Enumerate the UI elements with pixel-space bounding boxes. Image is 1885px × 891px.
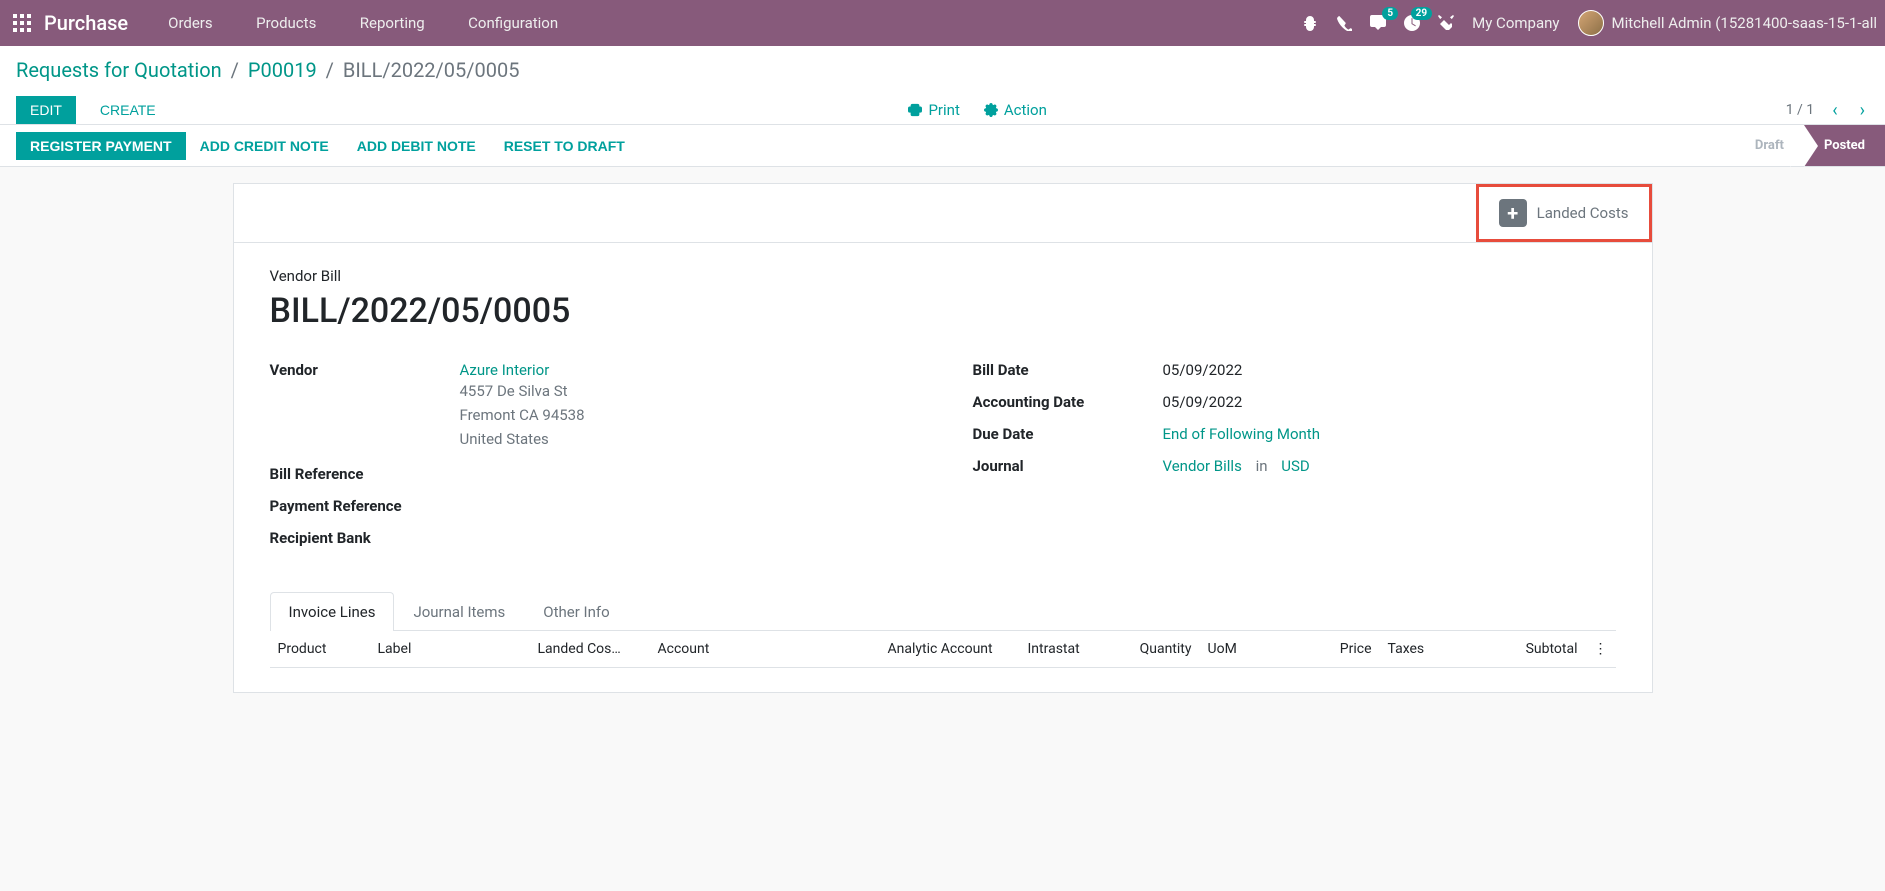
messages-badge: 5	[1382, 7, 1398, 20]
title-label: Vendor Bill	[270, 267, 1616, 285]
landed-costs-button[interactable]: + Landed Costs	[1476, 184, 1652, 242]
pager-next[interactable]: ›	[1856, 100, 1869, 121]
create-button[interactable]: Create	[86, 96, 170, 124]
col-product[interactable]: Product	[270, 641, 370, 657]
phone-icon[interactable]	[1336, 15, 1352, 31]
register-payment-button[interactable]: Register Payment	[16, 132, 186, 160]
table-header: Product Label Landed Cos… Account Analyt…	[270, 631, 1616, 668]
bill-ref-label: Bill Reference	[270, 465, 460, 483]
vendor-city: Fremont CA 94538	[460, 403, 913, 427]
journal-in: in	[1256, 457, 1268, 475]
pager-prev[interactable]: ‹	[1828, 100, 1841, 121]
debug-icon[interactable]	[1302, 15, 1318, 31]
journal-value[interactable]: Vendor Bills	[1163, 457, 1242, 475]
tab-invoice-lines[interactable]: Invoice Lines	[270, 592, 395, 631]
top-navbar: Purchase Orders Products Reporting Confi…	[0, 0, 1885, 46]
col-taxes[interactable]: Taxes	[1380, 641, 1510, 657]
app-brand[interactable]: Purchase	[44, 11, 128, 35]
acc-date-label: Accounting Date	[973, 393, 1163, 411]
tab-other-info[interactable]: Other Info	[524, 592, 628, 631]
menu-orders[interactable]: Orders	[168, 14, 213, 32]
breadcrumb: Requests for Quotation / P00019 / BILL/2…	[16, 58, 1869, 82]
landed-costs-label: Landed Costs	[1537, 204, 1629, 222]
pay-ref-label: Payment Reference	[270, 497, 460, 515]
breadcrumb-root[interactable]: Requests for Quotation	[16, 58, 222, 82]
company-name[interactable]: My Company	[1472, 14, 1559, 32]
apps-icon[interactable]	[8, 9, 36, 37]
col-account[interactable]: Account	[650, 641, 880, 657]
action-button[interactable]: Action	[984, 101, 1047, 119]
menu-products[interactable]: Products	[256, 14, 316, 32]
vendor-link[interactable]: Azure Interior	[460, 361, 550, 379]
user-name: Mitchell Admin (15281400-saas-15-1-all	[1612, 14, 1878, 32]
tools-icon[interactable]	[1438, 15, 1454, 31]
form-sheet: + Landed Costs Vendor Bill BILL/2022/05/…	[233, 183, 1653, 693]
acc-date-value: 05/09/2022	[1163, 393, 1616, 411]
col-analytic[interactable]: Analytic Account	[880, 641, 1020, 657]
pager-text: 1 / 1	[1786, 102, 1814, 118]
col-options-icon[interactable]: ⋮	[1586, 641, 1616, 657]
add-debit-note-button[interactable]: Add Debit Note	[343, 132, 490, 160]
bill-date-label: Bill Date	[973, 361, 1163, 379]
col-landed[interactable]: Landed Cos…	[530, 641, 650, 657]
vendor-label: Vendor	[270, 361, 460, 379]
vendor-street: 4557 De Silva St	[460, 379, 913, 403]
col-subtotal[interactable]: Subtotal	[1510, 641, 1586, 657]
col-price[interactable]: Price	[1300, 641, 1380, 657]
currency-value[interactable]: USD	[1281, 457, 1309, 475]
print-button[interactable]: Print	[908, 101, 959, 119]
top-menu: Orders Products Reporting Configuration	[168, 14, 598, 32]
status-bar: Register Payment Add Credit Note Add Deb…	[0, 125, 1885, 167]
add-credit-note-button[interactable]: Add Credit Note	[186, 132, 343, 160]
bill-date-value: 05/09/2022	[1163, 361, 1616, 379]
breadcrumb-active: BILL/2022/05/0005	[343, 58, 520, 82]
edit-button[interactable]: Edit	[16, 96, 76, 124]
col-quantity[interactable]: Quantity	[1120, 641, 1200, 657]
avatar	[1578, 10, 1604, 36]
col-label[interactable]: Label	[370, 641, 530, 657]
due-date-value[interactable]: End of Following Month	[1163, 425, 1320, 443]
menu-configuration[interactable]: Configuration	[468, 14, 558, 32]
vendor-country: United States	[460, 427, 913, 451]
activities-icon[interactable]: 29	[1404, 15, 1420, 31]
control-panel: Requests for Quotation / P00019 / BILL/2…	[0, 46, 1885, 125]
user-menu[interactable]: Mitchell Admin (15281400-saas-15-1-all	[1578, 10, 1878, 36]
reset-draft-button[interactable]: Reset to Draft	[490, 132, 639, 160]
breadcrumb-mid[interactable]: P00019	[248, 58, 317, 82]
plus-icon: +	[1499, 199, 1527, 227]
col-uom[interactable]: UoM	[1200, 641, 1300, 657]
page-title: BILL/2022/05/0005	[270, 291, 1616, 331]
tab-journal-items[interactable]: Journal Items	[394, 592, 524, 631]
activities-badge: 29	[1411, 7, 1432, 20]
print-icon	[908, 103, 922, 117]
bank-label: Recipient Bank	[270, 529, 460, 547]
tabs: Invoice Lines Journal Items Other Info	[270, 591, 1616, 631]
journal-label: Journal	[973, 457, 1163, 475]
messages-icon[interactable]: 5	[1370, 15, 1386, 31]
due-date-label: Due Date	[973, 425, 1163, 443]
col-intrastat[interactable]: Intrastat	[1020, 641, 1120, 657]
gear-icon	[984, 103, 998, 117]
menu-reporting[interactable]: Reporting	[360, 14, 425, 32]
